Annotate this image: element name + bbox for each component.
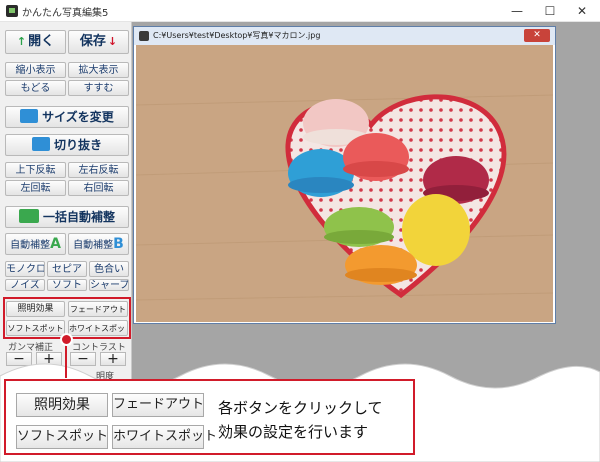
resize-button[interactable]: サイズを変更 — [5, 106, 129, 128]
image-window-close-button[interactable]: ✕ — [524, 29, 550, 42]
flip-vertical-button[interactable]: 上下反転 — [5, 162, 66, 178]
save-button[interactable]: 保存 ↓ — [68, 30, 129, 54]
callout-box: 照明効果 フェードアウト ソフトスポット ホワイトスポット 各ボタンをクリックし… — [4, 379, 415, 455]
minimize-button[interactable]: — — [503, 2, 531, 20]
auto-correct-a-button[interactable]: 自動補整A — [5, 233, 66, 255]
redo-button[interactable]: すすむ — [68, 80, 129, 96]
auto-correct-a-label: 自動補整 — [10, 240, 51, 251]
resize-label: サイズを変更 — [42, 110, 114, 124]
callout-text-line-2: 効果の設定を行います — [218, 423, 369, 441]
window-title: かんたん写真編集5 — [22, 8, 109, 19]
save-label: 保存 — [79, 34, 106, 49]
auto-correct-all-button[interactable]: 一括自動補整 — [5, 206, 129, 228]
callout-white-spot-button[interactable]: ホワイトスポット — [112, 425, 217, 449]
callout-pointer-dot — [60, 333, 73, 346]
auto-correct-b-button[interactable]: 自動補整B — [68, 233, 129, 255]
sepia-button[interactable]: セピア — [47, 261, 87, 277]
tone-button[interactable]: 色合い — [89, 261, 129, 277]
rotate-left-button[interactable]: 左回転 — [5, 180, 66, 196]
image-window-titlebar: C:¥Users¥test¥Desktop¥写真¥マカロン.jpg ✕ — [134, 27, 555, 45]
save-arrow-icon: ↓ — [107, 35, 118, 48]
auto-correct-icon — [18, 209, 39, 223]
crop-label: 切り抜き — [53, 138, 102, 152]
callout-soft-spot-button[interactable]: ソフトスポット — [16, 425, 108, 449]
callout-pointer-line — [65, 345, 67, 378]
app-icon — [6, 5, 18, 17]
soft-button[interactable]: ソフト — [47, 279, 87, 291]
undo-button[interactable]: もどる — [5, 80, 66, 96]
enlarge-view-button[interactable]: 拡大表示 — [68, 62, 129, 78]
noise-button[interactable]: ノイズ — [5, 279, 45, 291]
image-file-path: C:¥Users¥test¥Desktop¥写真¥マカロン.jpg — [153, 31, 321, 40]
crop-icon — [31, 137, 50, 151]
callout-text-line-1: 各ボタンをクリックして — [218, 399, 383, 417]
open-arrow-icon: ↑ — [16, 35, 27, 48]
maximize-button[interactable]: ☐ — [536, 2, 564, 20]
auto-correct-all-label: 一括自動補整 — [42, 210, 115, 224]
open-button[interactable]: ↑ 開く — [5, 30, 66, 54]
shrink-view-button[interactable]: 縮小表示 — [5, 62, 66, 78]
close-button[interactable]: ✕ — [568, 2, 596, 20]
resize-icon — [20, 109, 39, 123]
crop-button[interactable]: 切り抜き — [5, 134, 129, 156]
callout-fade-out-button[interactable]: フェードアウト — [112, 393, 204, 417]
open-label: 開く — [28, 34, 55, 49]
rotate-right-button[interactable]: 右回転 — [68, 180, 129, 196]
flip-horizontal-button[interactable]: 左右反転 — [68, 162, 129, 178]
auto-correct-b-label: 自動補整 — [73, 240, 114, 251]
auto-correct-a-letter: A — [50, 236, 61, 252]
image-window-icon — [139, 31, 149, 41]
window-titlebar: かんたん写真編集5 — ☐ ✕ — [0, 0, 600, 22]
auto-correct-b-letter: B — [113, 236, 124, 252]
image-window: C:¥Users¥test¥Desktop¥写真¥マカロン.jpg ✕ — [133, 26, 556, 324]
monochrome-button[interactable]: モノクロ — [5, 261, 45, 277]
sharp-button[interactable]: シャープ — [89, 279, 129, 291]
callout-lighting-button[interactable]: 照明効果 — [16, 393, 108, 417]
macaron-photo — [136, 45, 553, 322]
